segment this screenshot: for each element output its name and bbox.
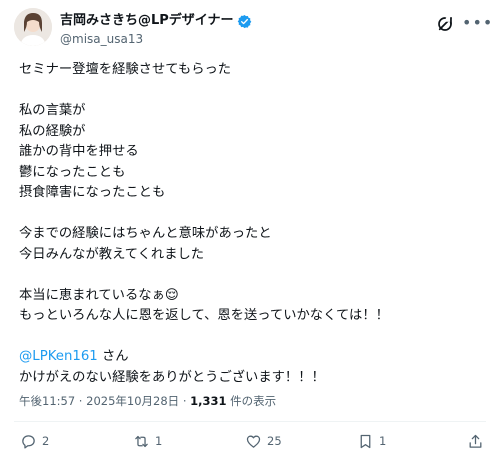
tweet-line: 誰かの背中を押せる	[19, 144, 139, 159]
bookmark-count: 1	[379, 434, 387, 448]
author-info: 吉岡みさきち@LPデザイナー @misa_usa13	[60, 9, 252, 48]
meta-separator: ·	[179, 394, 191, 408]
view-count: 1,331	[190, 394, 227, 408]
tweet-paragraph: セミナー登壇を経験させてもらった	[19, 60, 489, 81]
reply-button[interactable]: 2	[20, 430, 49, 452]
tweet-line: 今までの経験にはちゃんと意味があったと	[19, 226, 272, 241]
author-handle[interactable]: @misa_usa13	[60, 31, 252, 48]
tweet-line: 鬱になったことも	[19, 164, 126, 180]
grok-icon[interactable]	[436, 15, 454, 33]
tweet-paragraph: @LPKen161 さん かけがえのない経験をありがとうございます！！！	[19, 347, 489, 388]
tweet-line: もっといろんな人に恩を返して、恩を送っていかなくては！！	[19, 308, 389, 323]
view-count-label: 件の表示	[226, 394, 277, 408]
more-icon[interactable]: •••	[462, 13, 492, 33]
tweet-line: 私の言葉が	[19, 103, 86, 118]
mention-suffix: さん	[97, 349, 129, 364]
tweet-line: 今日みんなが教えてくれました	[19, 246, 205, 262]
retweet-icon	[135, 435, 148, 447]
retweet-button[interactable]: 1	[133, 430, 162, 452]
mention-link[interactable]: @LPKen161	[19, 349, 98, 364]
tweet-text: セミナー登壇を経験させてもらった 私の言葉が 私の経験が 誰かの背中を押せる 鬱…	[19, 60, 489, 409]
like-button[interactable]: 25	[245, 430, 282, 452]
tweet-paragraph: 今までの経験にはちゃんと意味があったと 今日みんなが教えてくれました	[19, 224, 489, 265]
tweet-date[interactable]: 2025年10月28日	[86, 394, 179, 408]
share-button[interactable]	[467, 430, 484, 452]
reply-icon	[22, 434, 35, 449]
like-count: 25	[267, 434, 282, 448]
retweet-count: 1	[155, 434, 163, 448]
author-display-name-row[interactable]: 吉岡みさきち@LPデザイナー	[60, 12, 252, 30]
heart-icon	[246, 435, 261, 448]
tweet-line: かけがえのない経験をありがとうございます！！！	[19, 369, 325, 385]
avatar[interactable]	[14, 8, 52, 46]
tweet-line: 私の経験が	[19, 123, 86, 139]
tweet-line: セミナー登壇を経験させてもらった	[19, 62, 232, 77]
verified-badge-icon	[237, 14, 251, 28]
share-icon	[469, 434, 482, 448]
action-bar: 2 1 25 1	[0, 430, 500, 454]
author-display-name[interactable]: 吉岡みさきち@LPデザイナー	[60, 12, 234, 30]
tweet-line: 本当に恵まれているなぁ😌	[19, 287, 179, 303]
tweet-line: @LPKen161 さん	[19, 347, 489, 368]
tweet-paragraph: 私の言葉が 私の経験が 誰かの背中を押せる 鬱になったことも 摂食障害になったこ…	[19, 101, 489, 204]
tweet-paragraph: 本当に恵まれているなぁ😌 もっといろんな人に恩を返して、恩を送っていかなくては！…	[19, 286, 489, 327]
bookmark-button[interactable]: 1	[357, 430, 386, 452]
bookmark-icon	[360, 434, 371, 448]
avatar-image	[14, 8, 52, 46]
tweet-header: 吉岡みさきち@LPデザイナー @misa_usa13 •••	[14, 8, 492, 48]
reply-count: 2	[42, 434, 50, 448]
tweet-meta: 午後11:57 · 2025年10月28日 · 1,331 件の表示	[19, 393, 276, 409]
tweet-card: 吉岡みさきち@LPデザイナー @misa_usa13 ••• セミナー登壇を経験…	[0, 0, 500, 458]
meta-separator: ·	[75, 394, 87, 408]
tweet-time[interactable]: 午後11:57	[19, 394, 75, 408]
divider	[14, 421, 486, 422]
tweet-line: 摂食障害になったことも	[19, 185, 166, 200]
